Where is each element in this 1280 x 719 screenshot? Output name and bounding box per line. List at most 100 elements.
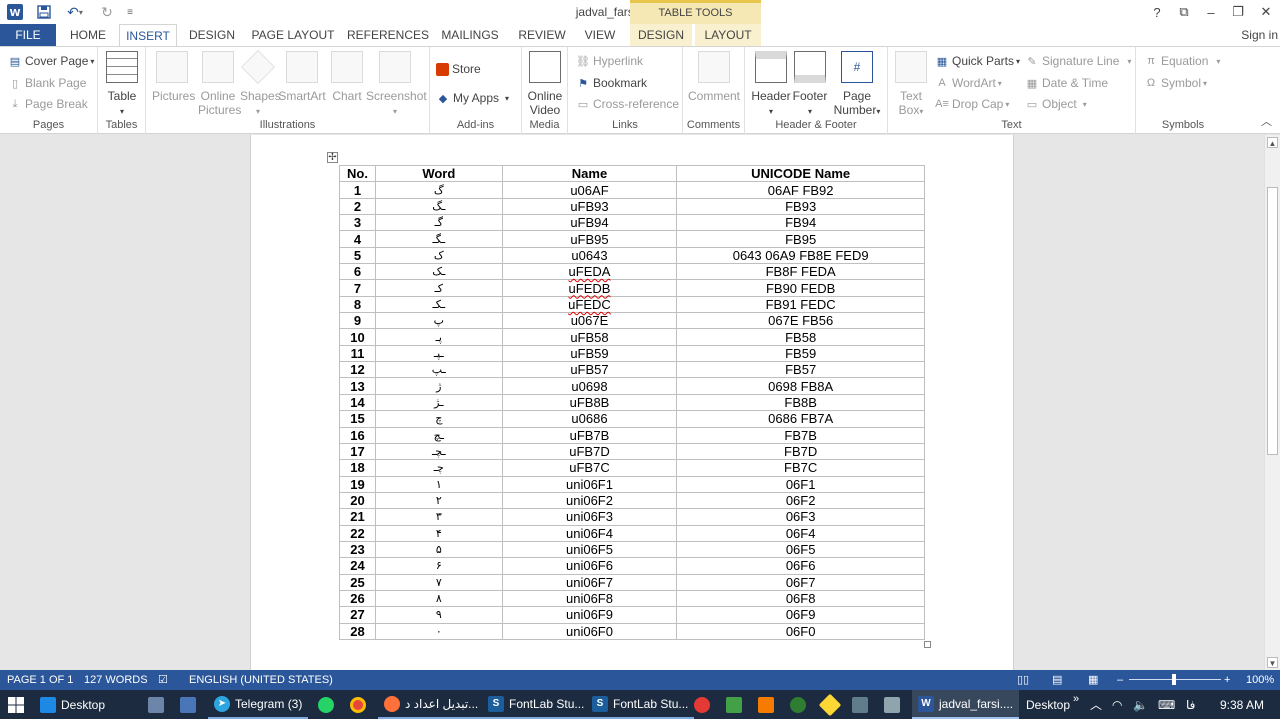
cell-unicode-name[interactable]: FB95 — [676, 230, 925, 248]
unicode-table[interactable]: No. Word Name UNICODE Name 1 گ u06AF 06AF F… — [339, 164, 925, 640]
cell-unicode-name[interactable]: 06F8 — [676, 589, 925, 608]
minimize-button[interactable]: – — [1197, 0, 1225, 24]
cell-no[interactable]: 5 — [339, 246, 376, 265]
cell-word[interactable]: ۵ — [374, 540, 503, 559]
cell-name[interactable]: uni06F4 — [501, 524, 678, 542]
cell-name[interactable]: uni06F9 — [501, 606, 678, 624]
cell-no[interactable]: 4 — [339, 230, 376, 248]
scroll-up-icon[interactable]: ▲ — [1267, 137, 1278, 148]
cell-unicode-name[interactable]: 06F2 — [676, 491, 925, 510]
cell-word[interactable]: ۲ — [374, 491, 503, 510]
cell-word[interactable]: ـپـ — [374, 344, 503, 363]
bookmark-button[interactable]: ⚑ Bookmark — [576, 73, 647, 93]
cell-name[interactable]: uni06F8 — [501, 589, 678, 608]
customize-qat-icon[interactable]: ≡ — [124, 2, 136, 22]
header-name[interactable]: Name — [501, 164, 678, 183]
cell-word[interactable]: ۹ — [374, 606, 503, 624]
toolbar-expand-icon[interactable]: » — [1073, 684, 1079, 713]
cell-unicode-name[interactable]: 06F1 — [676, 475, 925, 493]
cell-no[interactable]: 7 — [339, 279, 376, 297]
page-number-button[interactable]: # Page Number▾ — [831, 51, 883, 119]
cell-no[interactable]: 9 — [339, 312, 376, 330]
cell-word[interactable]: ۰ — [374, 622, 503, 640]
tab-review[interactable]: REVIEW — [513, 24, 571, 46]
online-pictures-button[interactable]: Online Pictures — [198, 51, 241, 117]
cell-no[interactable]: 21 — [339, 508, 376, 526]
chart-button[interactable]: Chart — [330, 51, 364, 103]
media-player-icon[interactable] — [694, 690, 715, 719]
quick-parts-button[interactable]: ▦ Quick Parts ▾ — [935, 51, 1020, 71]
header-no[interactable]: No. — [339, 164, 376, 183]
cell-name[interactable]: u0698 — [501, 377, 678, 395]
cell-word[interactable]: ـژ — [374, 393, 503, 412]
cell-word[interactable]: گـ — [374, 214, 503, 232]
cell-word[interactable]: چـ — [374, 459, 503, 477]
cell-name[interactable]: uFEDB — [501, 279, 678, 297]
undo-icon[interactable]: ↶ ▾ — [62, 2, 88, 22]
cell-no[interactable]: 6 — [339, 263, 376, 281]
tab-table-layout[interactable]: LAYOUT — [695, 24, 761, 46]
cell-unicode-name[interactable]: FB7C — [676, 459, 925, 477]
taskbar-telegram[interactable]: ➤ Telegram (3) — [208, 690, 309, 719]
cell-name[interactable]: u0686 — [501, 410, 678, 428]
zoom-in-button[interactable]: + — [1224, 670, 1230, 690]
windows-start-icon[interactable] — [8, 690, 24, 719]
word-count[interactable]: 127 WORDS — [84, 670, 148, 690]
smartart-button[interactable]: SmartArt — [278, 51, 326, 103]
header-word[interactable]: Word — [374, 164, 503, 183]
show-hidden-icons-icon[interactable]: ︿ — [1090, 690, 1102, 719]
cell-name[interactable]: uni06F1 — [501, 475, 678, 493]
cell-no[interactable]: 18 — [339, 459, 376, 477]
cell-word[interactable]: ۷ — [374, 573, 503, 591]
cell-word[interactable]: ـچـ — [374, 442, 503, 461]
whatsapp-icon[interactable] — [318, 690, 339, 719]
network-tool-icon[interactable] — [852, 690, 873, 719]
cell-word[interactable]: ـکـ — [374, 295, 503, 314]
cell-unicode-name[interactable]: FB94 — [676, 214, 925, 232]
cross-reference-button[interactable]: ▭ Cross-reference — [576, 94, 679, 114]
cell-no[interactable]: 19 — [339, 475, 376, 493]
cell-no[interactable]: 23 — [339, 540, 376, 559]
print-layout-icon[interactable]: ▤ — [1052, 670, 1062, 690]
cell-no[interactable]: 24 — [339, 557, 376, 575]
cell-word[interactable]: ۴ — [374, 524, 503, 542]
cell-name[interactable]: uFB95 — [501, 230, 678, 248]
cell-word[interactable]: ـگ — [374, 197, 503, 216]
ribbon-display-options-button[interactable]: ⧉ — [1170, 0, 1198, 24]
tab-page-layout[interactable]: PAGE LAYOUT — [249, 24, 337, 46]
cell-name[interactable]: uni06F6 — [501, 557, 678, 575]
cell-no[interactable]: 8 — [339, 295, 376, 314]
text-box-button[interactable]: Text Box▾ — [894, 51, 928, 119]
app-icon-yellow[interactable] — [818, 690, 843, 719]
cell-name[interactable]: uFB7C — [501, 459, 678, 477]
cell-word[interactable]: ـگـ — [374, 230, 503, 248]
my-apps-button[interactable]: ◆ My Apps ▾ — [436, 88, 509, 108]
cell-no[interactable]: 26 — [339, 589, 376, 608]
cell-no[interactable]: 1 — [339, 181, 376, 199]
save-icon[interactable] — [34, 2, 54, 22]
cell-name[interactable]: uFB7B — [501, 426, 678, 444]
wordart-button[interactable]: A WordArt ▾ — [935, 73, 1001, 93]
cell-word[interactable]: ـچ — [374, 426, 503, 444]
cell-name[interactable]: uFB8B — [501, 393, 678, 412]
cell-name[interactable]: u06AF — [501, 181, 678, 199]
cell-no[interactable]: 13 — [339, 377, 376, 395]
header-unicode-name[interactable]: UNICODE Name — [676, 164, 925, 183]
tab-file[interactable]: FILE — [0, 24, 56, 46]
page-break-button[interactable]: ⤓ Page Break — [8, 94, 88, 114]
cell-unicode-name[interactable]: 06F4 — [676, 524, 925, 542]
phone-icon[interactable] — [726, 690, 747, 719]
app-icon-orange[interactable] — [758, 690, 779, 719]
taskbar-fontlab-1[interactable]: S FontLab Stu... — [482, 690, 591, 719]
cell-word[interactable]: چ — [374, 410, 503, 428]
scroll-down-icon[interactable]: ▼ — [1267, 657, 1278, 668]
cell-word[interactable]: ۱ — [374, 475, 503, 493]
collapse-ribbon-icon[interactable]: ︿ — [1261, 113, 1272, 129]
cell-name[interactable]: uFB7D — [501, 442, 678, 461]
cell-unicode-name[interactable]: 06F0 — [676, 622, 925, 640]
cell-no[interactable]: 15 — [339, 410, 376, 428]
tab-references[interactable]: REFERENCES — [347, 24, 429, 46]
keyboard-icon[interactable]: ⌨ — [1158, 690, 1175, 719]
online-video-button[interactable]: Online Video — [527, 51, 563, 117]
taskbar-fontlab-2[interactable]: S FontLab Stu... — [586, 690, 695, 719]
